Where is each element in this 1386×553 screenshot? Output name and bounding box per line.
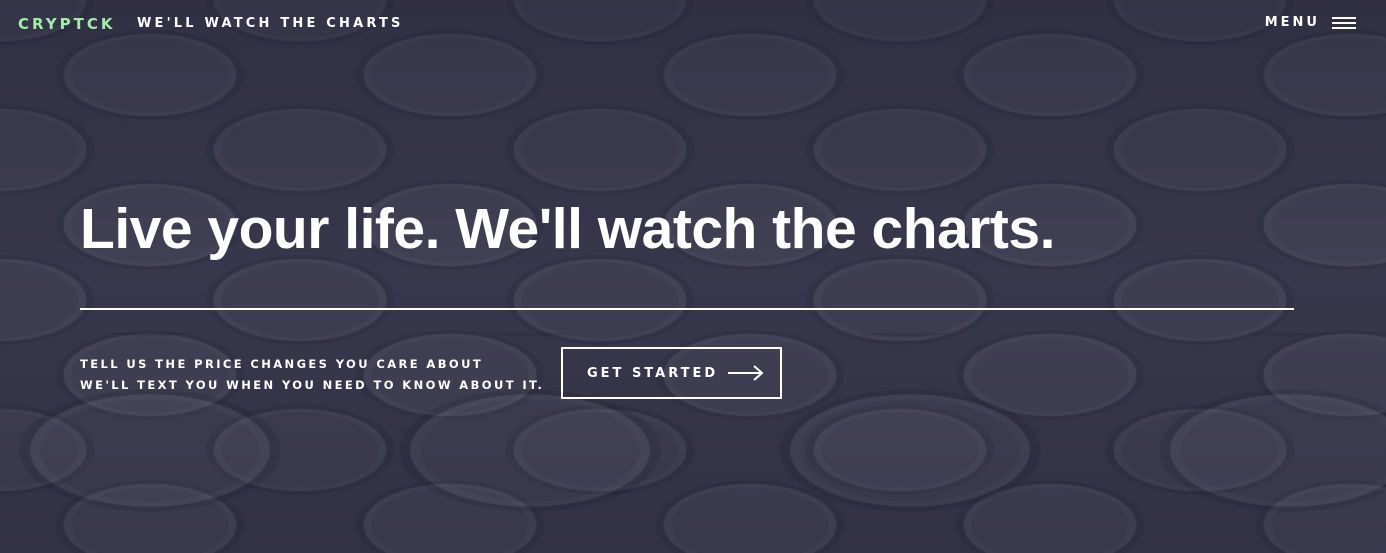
hero-subtext: TELL US THE PRICE CHANGES YOU CARE ABOUT…: [80, 354, 544, 396]
hero-section: CRYPTCK WE'LL WATCH THE CHARTS MENU Live…: [0, 0, 1386, 553]
hero-subtext-line-1: TELL US THE PRICE CHANGES YOU CARE ABOUT: [80, 357, 484, 371]
hamburger-icon: [1332, 16, 1356, 29]
menu-button[interactable]: MENU: [1265, 15, 1356, 30]
background-overlay: [0, 0, 1386, 553]
divider: [80, 308, 1294, 310]
arrow-right-icon: [728, 365, 764, 381]
get-started-label: GET STARTED: [587, 365, 719, 381]
get-started-button[interactable]: GET STARTED: [561, 347, 782, 399]
hero-subtext-line-2: WE'LL TEXT YOU WHEN YOU NEED TO KNOW ABO…: [80, 378, 545, 392]
top-bar: CRYPTCK WE'LL WATCH THE CHARTS MENU: [0, 0, 1386, 50]
brand-tagline: WE'LL WATCH THE CHARTS: [137, 16, 404, 31]
hero-headline: Live your life. We'll watch the charts.: [80, 197, 1055, 261]
menu-label: MENU: [1264, 15, 1320, 30]
brand-logo[interactable]: CRYPTCK: [18, 15, 115, 33]
